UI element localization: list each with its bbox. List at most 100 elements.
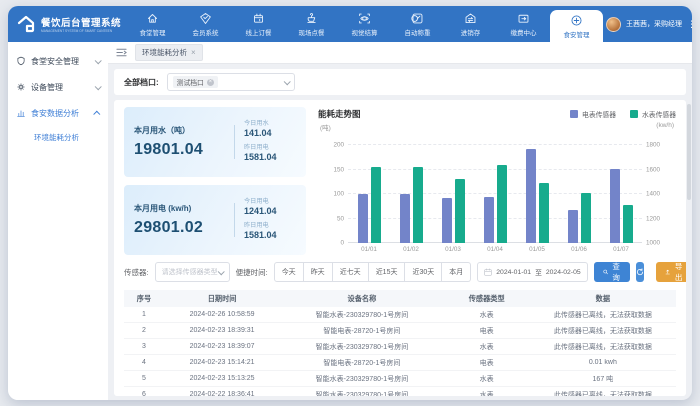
vision-checkout-icon: [358, 12, 371, 25]
water-title: 本月用水（吨）: [134, 125, 225, 136]
quick-time-button-1[interactable]: 昨天: [304, 262, 333, 282]
bar-电表传感器-01/03[interactable]: [442, 198, 452, 243]
electric-value: 29801.02: [134, 219, 225, 237]
bar-水表传感器-01/04[interactable]: [497, 165, 507, 243]
canteen-icon: [146, 12, 159, 25]
sensor-select-placeholder: 请选择传感器类型: [162, 267, 218, 277]
bar-水表传感器-01/03[interactable]: [455, 179, 465, 243]
column-header: 数据: [530, 294, 676, 304]
quick-time-button-2[interactable]: 近七天: [333, 262, 369, 282]
legend-swatch: [570, 110, 578, 118]
bar-电表传感器-01/04[interactable]: [484, 197, 494, 243]
user-name: 王茜茜，采购经理: [626, 19, 682, 29]
right-axis-tick: 1800: [642, 142, 660, 149]
table-cell: 167 吨: [530, 374, 676, 384]
search-button[interactable]: 查询: [594, 262, 631, 282]
export-button-label: 导出: [674, 261, 684, 283]
nav-item-label: 现场点餐: [299, 27, 325, 37]
table-cell: 2024-02-23 15:14:21: [164, 359, 280, 366]
sensor-select[interactable]: 请选择传感器类型: [155, 262, 230, 282]
table-cell: 2024-02-22 18:36:41: [164, 391, 280, 396]
nav-item-online-order[interactable]: 线上订餐: [232, 6, 285, 42]
table-row[interactable]: 12024-02-26 10:58:59智能水表-230329780-1号房间水…: [124, 307, 676, 323]
table-cell: 此传感器已离线，无法获取数据: [530, 390, 676, 397]
right-axis-unit: (kw/h): [656, 122, 674, 129]
table-row[interactable]: 32024-02-23 18:39:07智能水表-230329780-1号房间水…: [124, 339, 676, 355]
nav-item-canteen[interactable]: 食堂管理: [126, 6, 179, 42]
legend-item[interactable]: 电表传感器: [570, 109, 616, 119]
sensor-data-table: 序号日期时间设备名称传感器类型数据 12024-02-26 10:58:59智能…: [124, 290, 676, 396]
left-axis-tick: 0: [340, 240, 348, 247]
date-range-picker[interactable]: 2024-01-01 至 2024-02-05: [477, 262, 587, 282]
sidebar-item-2[interactable]: 食安数据分析: [8, 100, 108, 126]
table-row[interactable]: 52024-02-23 15:13:25智能水表-230329780-1号房间水…: [124, 371, 676, 387]
x-axis-label: 01/02: [390, 243, 432, 253]
bar-电表传感器-01/02[interactable]: [400, 194, 410, 243]
water-value: 19801.04: [134, 141, 225, 159]
nav-item-food-safety[interactable]: 食安管理: [550, 10, 603, 42]
calendar-icon: [484, 268, 492, 276]
water-today-value: 141.04: [244, 128, 296, 138]
bar-电表传感器-01/05[interactable]: [526, 149, 536, 243]
search-icon: [603, 268, 608, 276]
quick-time-button-0[interactable]: 今天: [274, 262, 304, 282]
sidebar-subitem-env-energy[interactable]: 环境能耗分析: [8, 126, 108, 148]
x-axis-label: 01/01: [348, 243, 390, 253]
table-cell: 智能水表-230329780-1号房间: [280, 374, 444, 384]
bar-group-01/07: [600, 133, 642, 243]
online-order-icon: [252, 12, 265, 25]
bar-电表传感器-01/06[interactable]: [568, 210, 578, 243]
refresh-button[interactable]: [636, 262, 644, 282]
tab-env-energy[interactable]: 环境能耗分析: [135, 44, 203, 61]
user-area[interactable]: 王茜茜，采购经理: [605, 6, 692, 42]
chart-legend: 电表传感器 水表传感器: [570, 109, 676, 119]
nav-item-payment[interactable]: 缴费中心: [497, 6, 550, 42]
bar-电表传感器-01/01[interactable]: [358, 194, 368, 243]
bar-group-01/05: [516, 133, 558, 243]
table-row[interactable]: 22024-02-23 18:39:31智能电表-28720-1号房间电表此传感…: [124, 323, 676, 339]
electric-title: 本月用电 (kw/h): [134, 203, 225, 214]
scrollbar[interactable]: [687, 104, 691, 200]
nav-item-vision-checkout[interactable]: 视觉结算: [338, 6, 391, 42]
table-cell: 0.01 kwh: [530, 359, 676, 366]
export-button[interactable]: 导出: [656, 262, 686, 282]
legend-item[interactable]: 水表传感器: [630, 109, 676, 119]
more-menu-icon[interactable]: [687, 20, 692, 29]
column-header: 序号: [124, 294, 164, 304]
sidebar-item-1[interactable]: 设备管理: [8, 74, 108, 100]
bar-水表传感器-01/01[interactable]: [371, 167, 381, 243]
bar-电表传感器-01/07[interactable]: [610, 169, 620, 243]
quick-time-button-5[interactable]: 本月: [442, 262, 471, 282]
stall-tag-close-icon[interactable]: [207, 79, 214, 86]
stall-select[interactable]: 测试档口: [167, 73, 295, 91]
nav-item-member[interactable]: 会员系统: [179, 6, 232, 42]
nav-item-label: 会员系统: [193, 27, 219, 37]
nav-item-dine-in[interactable]: 现场点餐: [285, 6, 338, 42]
table-cell: 2024-02-26 10:58:59: [164, 311, 280, 318]
table-cell: 此传感器已离线，无法获取数据: [530, 342, 676, 352]
table-row[interactable]: 62024-02-22 18:36:41智能水表-230329780-1号房间水…: [124, 387, 676, 396]
bar-水表传感器-01/06[interactable]: [581, 193, 591, 243]
bar-group-01/04: [474, 133, 516, 243]
nav-item-auto-weigh[interactable]: 自动称重: [391, 6, 444, 42]
x-axis-label: 01/07: [600, 243, 642, 253]
stall-filter-label: 全部档口:: [124, 77, 159, 88]
quick-time-button-3[interactable]: 近15天: [369, 262, 406, 282]
table-cell: 2024-02-23 15:13:25: [164, 375, 280, 382]
user-avatar[interactable]: [606, 17, 621, 32]
tab-close-icon[interactable]: [191, 49, 196, 57]
bar-水表传感器-01/05[interactable]: [539, 183, 549, 243]
nav-item-label: 自动称重: [405, 27, 431, 37]
quick-time-button-4[interactable]: 近30天: [405, 262, 442, 282]
electric-yesterday-value: 1581.04: [244, 230, 296, 240]
sidebar-item-label: 设备管理: [31, 82, 90, 93]
table-row[interactable]: 42024-02-23 15:14:21智能电表-28720-1号房间电表0.0…: [124, 355, 676, 371]
sidebar-item-label: 食堂安全管理: [31, 56, 90, 67]
app-subtitle: MANAGEMENT SYSTEM OF SMART CANTEEN: [41, 29, 113, 33]
bar-水表传感器-01/07[interactable]: [623, 205, 633, 243]
sidebar-item-0[interactable]: 食堂安全管理: [8, 48, 108, 74]
collapse-sidebar-icon[interactable]: [116, 47, 127, 58]
nav-item-label: 视觉结算: [352, 27, 378, 37]
bar-水表传感器-01/02[interactable]: [413, 167, 423, 243]
nav-item-inventory[interactable]: 进销存: [444, 6, 497, 42]
